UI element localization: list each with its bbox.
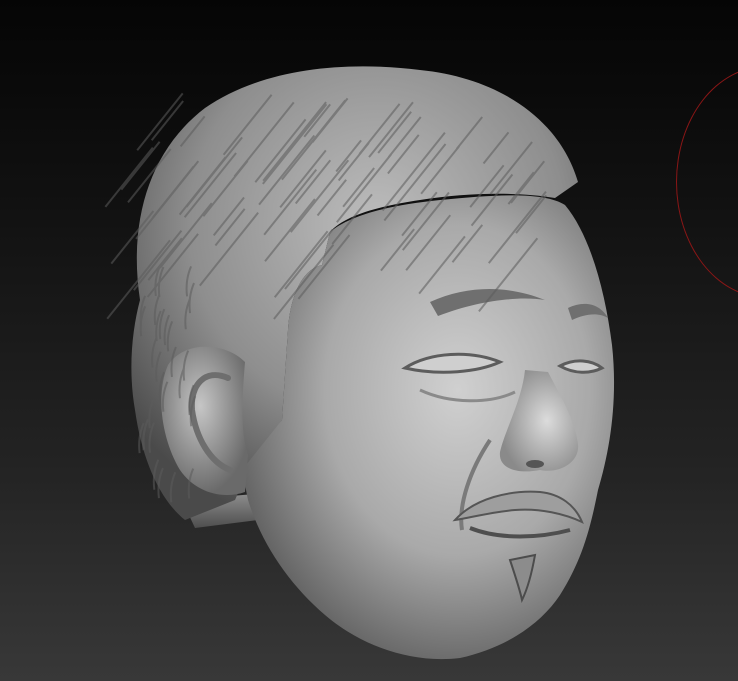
sculpt-viewport[interactable]: [0, 0, 738, 681]
eye-right: [556, 359, 605, 374]
head-sculpt-render: [104, 66, 615, 660]
nostril: [526, 460, 544, 468]
